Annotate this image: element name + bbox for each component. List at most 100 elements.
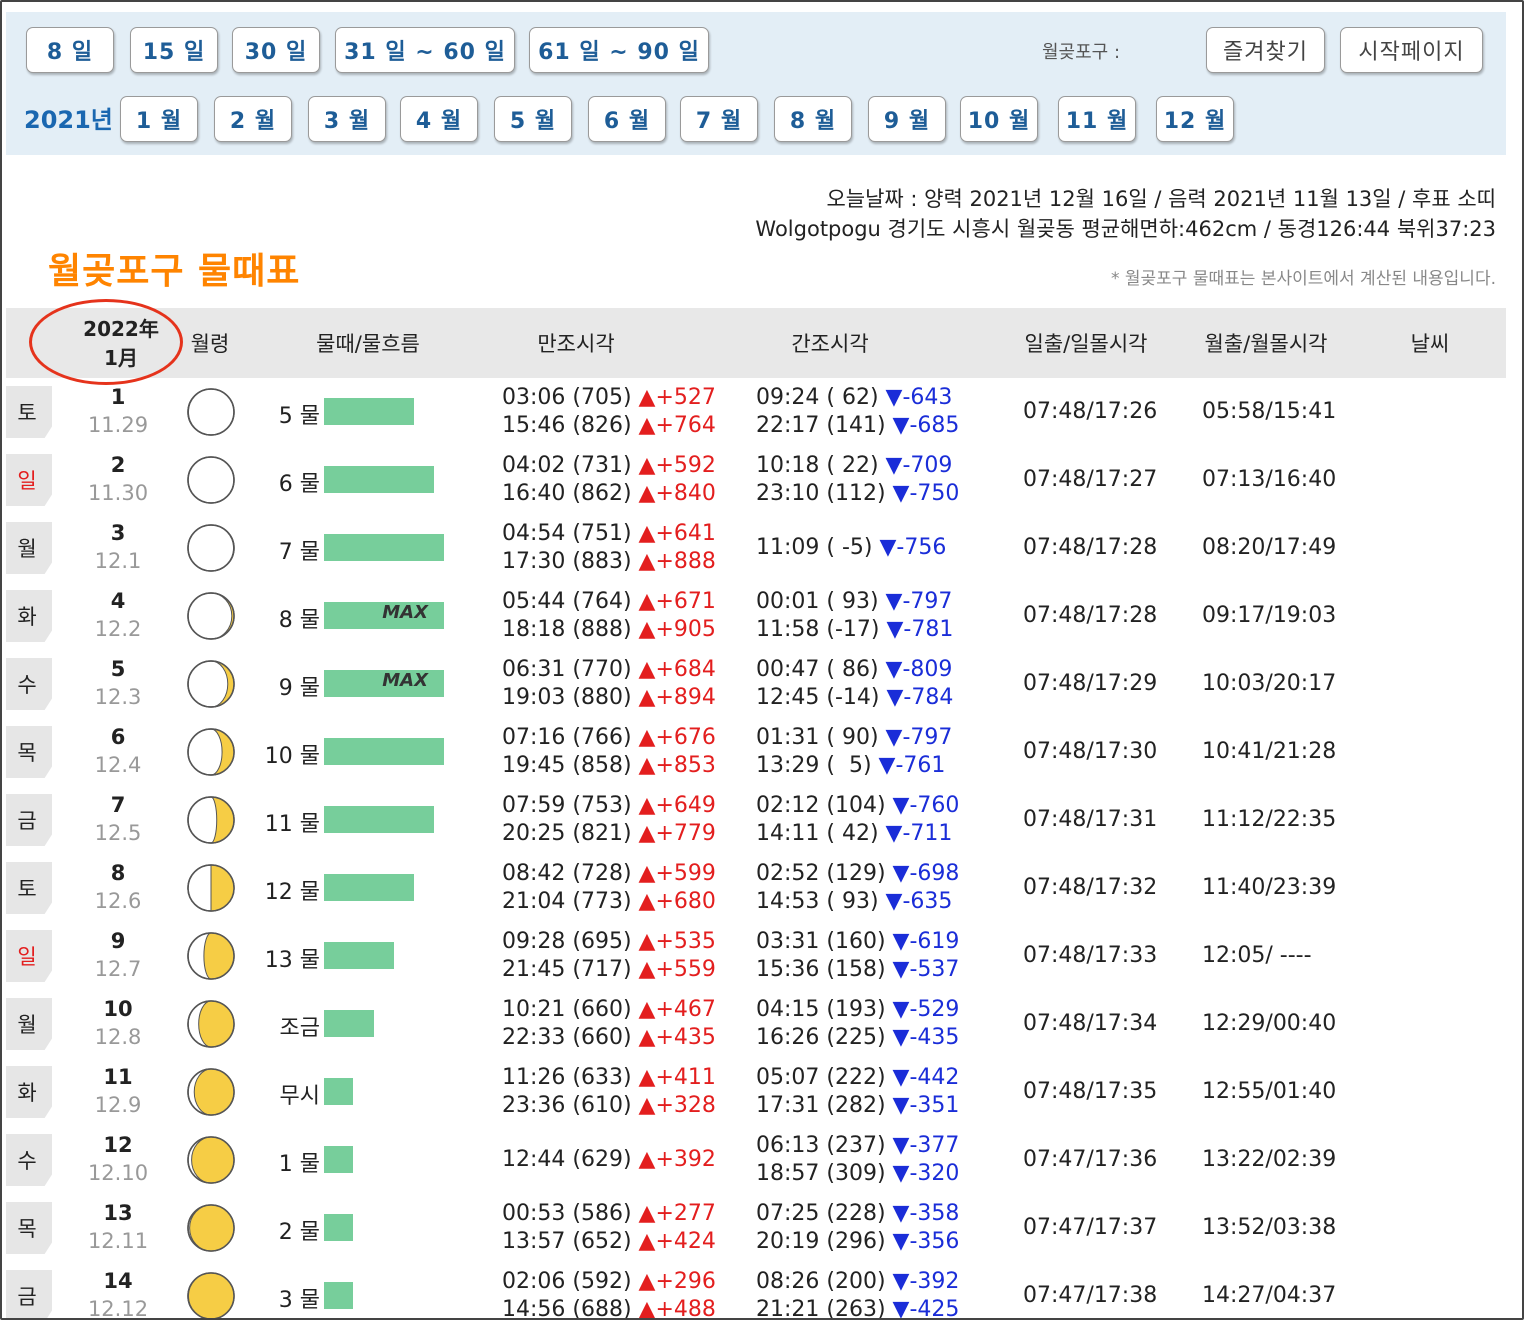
moon-phase-icon bbox=[186, 863, 236, 913]
low-tide-times-delta: ▼-760 bbox=[892, 793, 960, 818]
solar-day: 1 bbox=[110, 385, 126, 409]
lunar-date: 12.8 bbox=[94, 1025, 142, 1049]
month-button-4[interactable]: 4 월 bbox=[400, 96, 478, 142]
low-tide-times-time: 10:18 ( 22) bbox=[756, 453, 886, 478]
low-tide-times-line: 03:31 (160) ▼-619 bbox=[756, 928, 959, 956]
high-tide-times-time: 08:42 (728) bbox=[502, 861, 639, 886]
low-tide-times-time: 14:11 ( 42) bbox=[756, 821, 886, 846]
high-tide-times-line: 06:31 (770) ▲+684 bbox=[502, 656, 716, 684]
high-tide-times-time: 18:18 (888) bbox=[502, 617, 639, 642]
month-button-12[interactable]: 12 월 bbox=[1156, 96, 1234, 142]
low-tide-times-line: 02:52 (129) ▼-698 bbox=[756, 860, 959, 888]
header-low-tide: 간조시각 bbox=[791, 332, 869, 356]
sunrise-sunset: 07:48/17:32 bbox=[1023, 875, 1158, 900]
month-button-3[interactable]: 3 월 bbox=[308, 96, 386, 142]
startpage-button[interactable]: 시작페이지 bbox=[1340, 27, 1483, 73]
day-of-week: 목 bbox=[6, 726, 52, 778]
low-tide-times: 01:31 ( 90) ▼-797 13:29 ( 5) ▼-761 bbox=[756, 724, 952, 780]
high-tide-times-time: 20:25 (821) bbox=[502, 821, 639, 846]
range-15-days-button[interactable]: 15 일 bbox=[130, 27, 218, 73]
moon-phase-icon bbox=[186, 1067, 236, 1117]
favorites-button[interactable]: 즐겨찾기 bbox=[1206, 27, 1325, 73]
low-tide-times-delta: ▼-537 bbox=[892, 957, 960, 982]
high-tide-times-line: 23:36 (610) ▲+328 bbox=[502, 1092, 716, 1120]
range-31-60-days-button[interactable]: 31 일 ~ 60 일 bbox=[335, 27, 515, 73]
solar-day: 10 bbox=[103, 997, 133, 1021]
high-tide-times-time: 06:31 (770) bbox=[502, 657, 639, 682]
month-button-2[interactable]: 2 월 bbox=[214, 96, 292, 142]
high-tide-times-line: 09:28 (695) ▲+535 bbox=[502, 928, 716, 956]
low-tide-times-time: 05:07 (222) bbox=[756, 1065, 893, 1090]
tide-strength-bar bbox=[324, 1214, 353, 1241]
low-tide-times-delta: ▼-619 bbox=[892, 929, 960, 954]
high-tide-times-line: 02:06 (592) ▲+296 bbox=[502, 1268, 716, 1296]
month-button-1[interactable]: 1 월 bbox=[120, 96, 198, 142]
month-button-6[interactable]: 6 월 bbox=[588, 96, 666, 142]
high-tide-times-delta: ▲+840 bbox=[638, 481, 716, 506]
month-button-7[interactable]: 7 월 bbox=[680, 96, 758, 142]
sunrise-sunset: 07:48/17:30 bbox=[1023, 739, 1158, 764]
tide-strength-bar bbox=[324, 1078, 353, 1105]
solar-day: 7 bbox=[110, 793, 126, 817]
low-tide-times-delta: ▼-635 bbox=[885, 889, 953, 914]
header-moonrise-moonset: 월출/월몰시각 bbox=[1204, 332, 1328, 356]
month-button-8[interactable]: 8 월 bbox=[774, 96, 852, 142]
header-high-tide: 만조시각 bbox=[537, 332, 615, 356]
month-button-9[interactable]: 9 월 bbox=[868, 96, 946, 142]
high-tide-times: 04:54 (751) ▲+641 17:30 (883) ▲+888 bbox=[502, 520, 716, 576]
high-tide-times-delta: ▲+599 bbox=[638, 861, 716, 886]
solar-day: 8 bbox=[110, 861, 126, 885]
high-tide-times: 02:06 (592) ▲+296 14:56 (688) ▲+488 bbox=[502, 1268, 716, 1320]
moon-phase-icon bbox=[186, 455, 236, 505]
day-of-week: 일 bbox=[6, 454, 52, 506]
high-tide-times: 07:16 (766) ▲+676 19:45 (858) ▲+853 bbox=[502, 724, 716, 780]
high-tide-times: 03:06 (705) ▲+527 15:46 (826) ▲+764 bbox=[502, 384, 716, 440]
month-button-5[interactable]: 5 월 bbox=[494, 96, 572, 142]
low-tide-times-delta: ▼-750 bbox=[892, 481, 960, 506]
sunrise-sunset: 07:48/17:28 bbox=[1023, 535, 1158, 560]
high-tide-times-line: 15:46 (826) ▲+764 bbox=[502, 412, 716, 440]
solar-day: 12 bbox=[103, 1133, 133, 1157]
moon-phase-icon bbox=[186, 931, 236, 981]
location-info: Wolgotpogu 경기도 시흥시 월곶동 평균해면하:462cm / 동경1… bbox=[755, 217, 1496, 241]
moonrise-moonset: 13:52/03:38 bbox=[1202, 1215, 1337, 1240]
high-tide-times-time: 07:16 (766) bbox=[502, 725, 639, 750]
year-label: 2021년 bbox=[24, 106, 113, 134]
day-of-week: 월 bbox=[6, 522, 52, 574]
table-row: 일 9 12.7 13 물 09:28 (695) ▲+535 21:45 (717) ▲… bbox=[6, 922, 1506, 990]
table-row: 일 2 11.30 6 물 04:02 (731) ▲+592 16:40 (862) ▲… bbox=[6, 446, 1506, 514]
low-tide-times-time: 16:26 (225) bbox=[756, 1025, 893, 1050]
low-tide-times: 02:12 (104) ▼-760 14:11 ( 42) ▼-711 bbox=[756, 792, 959, 848]
low-tide-times: 11:09 ( -5) ▼-756 bbox=[756, 534, 946, 562]
header-weather: 날씨 bbox=[1410, 332, 1450, 356]
moonrise-moonset: 12:55/01:40 bbox=[1202, 1079, 1337, 1104]
month-button-11[interactable]: 11 월 bbox=[1058, 96, 1136, 142]
low-tide-times-time: 11:09 ( -5) bbox=[756, 535, 880, 560]
range-30-days-button[interactable]: 30 일 bbox=[232, 27, 320, 73]
range-61-90-days-button[interactable]: 61 일 ~ 90 일 bbox=[529, 27, 709, 73]
high-tide-times-time: 21:04 (773) bbox=[502, 889, 639, 914]
low-tide-times-line: 16:26 (225) ▼-435 bbox=[756, 1024, 959, 1052]
high-tide-times-line: 19:03 (880) ▲+894 bbox=[502, 684, 716, 712]
page-title: 월곶포구 물때표 bbox=[48, 251, 301, 292]
high-tide-times: 11:26 (633) ▲+411 23:36 (610) ▲+328 bbox=[502, 1064, 716, 1120]
tide-strength-bar bbox=[324, 874, 414, 901]
low-tide-times: 03:31 (160) ▼-619 15:36 (158) ▼-537 bbox=[756, 928, 959, 984]
high-tide-times-time: 14:56 (688) bbox=[502, 1297, 639, 1320]
low-tide-times-line: 11:58 (-17) ▼-781 bbox=[756, 616, 953, 644]
month-button-10[interactable]: 10 월 bbox=[960, 96, 1038, 142]
solar-day: 5 bbox=[110, 657, 126, 681]
low-tide-times-line: 22:17 (141) ▼-685 bbox=[756, 412, 959, 440]
low-tide-times-delta: ▼-643 bbox=[885, 385, 953, 410]
moonrise-moonset: 10:41/21:28 bbox=[1202, 739, 1337, 764]
range-8-days-button[interactable]: 8 일 bbox=[26, 27, 114, 73]
moonrise-moonset: 08:20/17:49 bbox=[1202, 535, 1337, 560]
tide-strength-bar: MAX bbox=[324, 670, 444, 697]
low-tide-times-line: 08:26 (200) ▼-392 bbox=[756, 1268, 959, 1296]
tide-name: 9 물 bbox=[278, 676, 320, 701]
low-tide-times-time: 17:31 (282) bbox=[756, 1093, 893, 1118]
low-tide-times-time: 14:53 ( 93) bbox=[756, 889, 886, 914]
low-tide-times-delta: ▼-351 bbox=[892, 1093, 960, 1118]
low-tide-times-time: 11:58 (-17) bbox=[756, 617, 887, 642]
lunar-date: 12.1 bbox=[94, 549, 142, 573]
